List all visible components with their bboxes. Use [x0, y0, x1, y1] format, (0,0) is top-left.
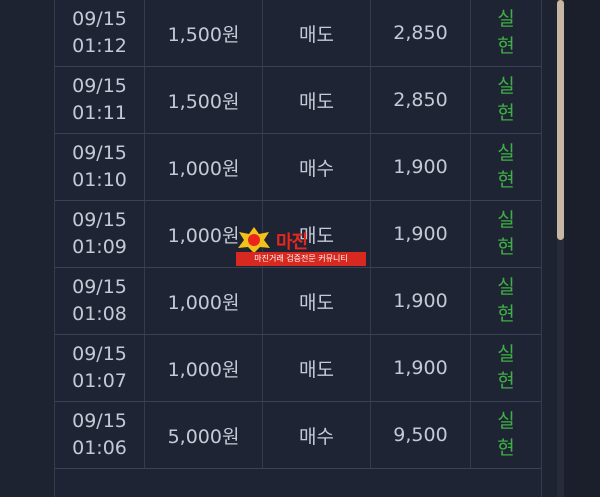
table-row: 09/15 01:06 5,000원 매수 9,500 실 현: [55, 402, 541, 469]
status-cell: 실 현: [471, 201, 541, 267]
status-text-2: 현: [497, 102, 515, 124]
type-cell: 매도: [263, 335, 371, 401]
status-text-2: 현: [497, 303, 515, 325]
price-cell: 9,500: [371, 402, 471, 468]
status-text-2: 현: [497, 169, 515, 191]
amount-cell: 1,000원: [145, 335, 263, 401]
status-text-1: 실: [497, 142, 515, 164]
time-cell: 09/15 01:11: [55, 67, 145, 133]
status-text-1: 실: [497, 209, 515, 231]
time-text: 01:07: [72, 370, 127, 392]
right-margin: [564, 0, 600, 497]
status-text-1: 실: [497, 343, 515, 365]
date-text: 09/15: [72, 343, 127, 365]
seal-icon: [238, 227, 270, 253]
time-text: 01:11: [72, 102, 127, 124]
status-cell: 실 현: [471, 0, 541, 66]
status-cell: 실 현: [471, 335, 541, 401]
price-cell: 1,900: [371, 134, 471, 200]
type-cell: 매수: [263, 134, 371, 200]
table-row: 09/15 01:11 1,500원 매도 2,850 실 현: [55, 67, 541, 134]
date-text: 09/15: [72, 142, 127, 164]
time-text: 01:12: [72, 35, 127, 57]
type-cell: 매도: [263, 0, 371, 66]
status-cell: 실 현: [471, 268, 541, 334]
date-text: 09/15: [72, 8, 127, 30]
time-text: 01:09: [72, 236, 127, 258]
time-text: 01:10: [72, 169, 127, 191]
time-cell: 09/15 01:12: [55, 0, 145, 66]
time-text: 01:06: [72, 437, 127, 459]
status-cell: 실 현: [471, 402, 541, 468]
table-row: 09/15 01:12 1,500원 매도 2,850 실 현: [55, 0, 541, 67]
table-row: 09/15 01:08 1,000원 매도 1,900 실 현: [55, 268, 541, 335]
type-cell: 매수: [263, 402, 371, 468]
amount-cell: 1,500원: [145, 67, 263, 133]
type-cell: 매도: [263, 268, 371, 334]
scrollbar-thumb[interactable]: [557, 0, 564, 240]
type-cell: 매도: [263, 67, 371, 133]
date-text: 09/15: [72, 75, 127, 97]
time-cell: 09/15 01:10: [55, 134, 145, 200]
time-cell: 09/15 01:08: [55, 268, 145, 334]
table-row: 09/15 01:07 1,000원 매도 1,900 실 현: [55, 335, 541, 402]
status-cell: 실 현: [471, 67, 541, 133]
date-text: 09/15: [72, 410, 127, 432]
status-text-2: 현: [497, 35, 515, 57]
price-cell: 1,900: [371, 268, 471, 334]
time-text: 01:08: [72, 303, 127, 325]
price-cell: 2,850: [371, 67, 471, 133]
amount-cell: 5,000원: [145, 402, 263, 468]
watermark-bar: 마진거래 검증전문 커뮤니티: [236, 252, 366, 266]
status-cell: 실 현: [471, 134, 541, 200]
amount-cell: 1,000원: [145, 268, 263, 334]
watermark-title: 마진: [276, 232, 308, 253]
table-row: 09/15 01:10 1,000원 매수 1,900 실 현: [55, 134, 541, 201]
price-cell: 2,850: [371, 0, 471, 66]
amount-cell: 1,500원: [145, 0, 263, 66]
status-text-2: 현: [497, 236, 515, 258]
date-text: 09/15: [72, 209, 127, 231]
status-text-2: 현: [497, 437, 515, 459]
status-text-1: 실: [497, 410, 515, 432]
time-cell: 09/15 01:06: [55, 402, 145, 468]
status-text-1: 실: [497, 8, 515, 30]
time-cell: 09/15 01:09: [55, 201, 145, 267]
time-cell: 09/15 01:07: [55, 335, 145, 401]
status-text-2: 현: [497, 370, 515, 392]
status-text-1: 실: [497, 75, 515, 97]
date-text: 09/15: [72, 276, 127, 298]
amount-cell: 1,000원: [145, 134, 263, 200]
price-cell: 1,900: [371, 201, 471, 267]
price-cell: 1,900: [371, 335, 471, 401]
watermark-logo: 마진 마진거래 검증전문 커뮤니티: [236, 226, 366, 270]
status-text-1: 실: [497, 276, 515, 298]
